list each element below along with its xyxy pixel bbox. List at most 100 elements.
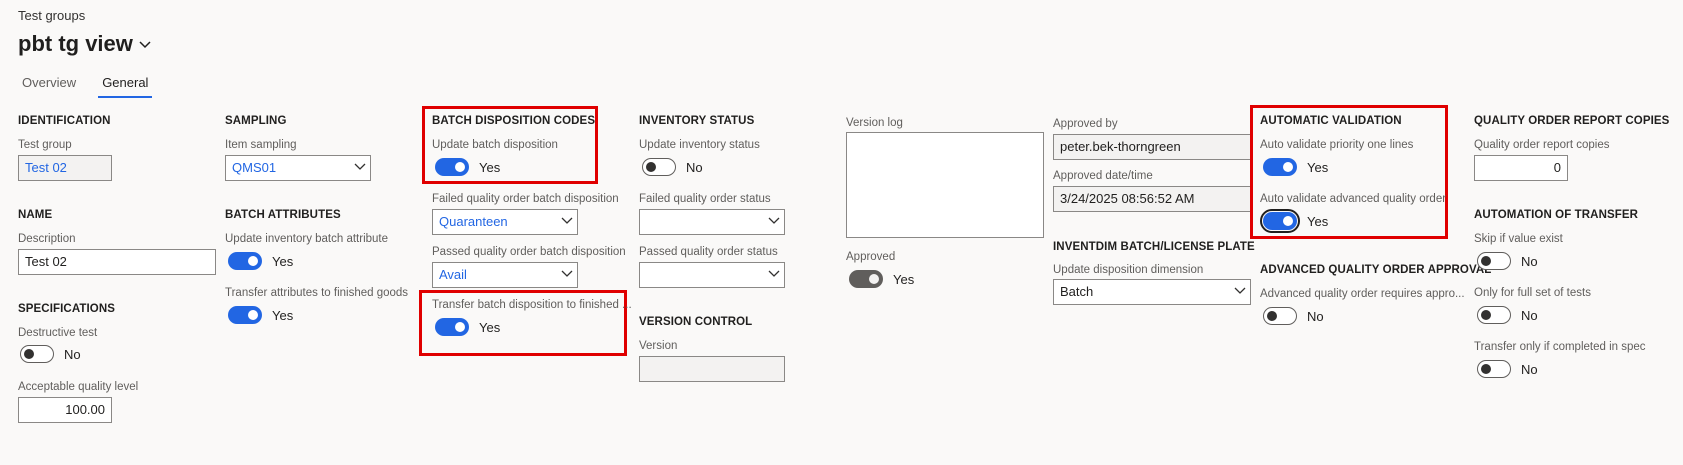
test-group-field[interactable]: Test 02: [18, 155, 112, 181]
automation-transfer-header: AUTOMATION OF TRANSFER: [1474, 209, 1639, 221]
toggle-switch[interactable]: [228, 252, 262, 270]
approved-date-field[interactable]: 3/24/2025 08:56:52 AM: [1053, 186, 1251, 212]
inventdim-header: INVENTDIM BATCH/LICENSE PLATE: [1053, 241, 1255, 253]
skip-if-value-toggle[interactable]: No: [1477, 252, 1538, 270]
failed-batch-disposition-select[interactable]: Quaranteen: [432, 209, 578, 235]
chevron-down-icon[interactable]: [768, 270, 780, 280]
advanced-approval-header: ADVANCED QUALITY ORDER APPROVAL: [1260, 264, 1492, 276]
toggle-value: Yes: [893, 271, 915, 287]
auto-validate-priority-toggle[interactable]: Yes: [1263, 158, 1328, 176]
failed-order-status-label: Failed quality order status: [639, 193, 771, 205]
toggle-value: No: [1521, 253, 1538, 269]
passed-batch-disposition-select[interactable]: Avail: [432, 262, 578, 288]
specifications-header: SPECIFICATIONS: [18, 303, 116, 315]
toggle-switch[interactable]: [228, 306, 262, 324]
skip-if-value-label: Skip if value exist: [1474, 233, 1563, 245]
toggle-switch[interactable]: [20, 345, 54, 363]
chevron-down-icon[interactable]: [139, 36, 151, 52]
identification-header: IDENTIFICATION: [18, 115, 111, 127]
sampling-header: SAMPLING: [225, 115, 287, 127]
version-log-textarea[interactable]: [846, 132, 1044, 238]
transfer-attr-toggle[interactable]: Yes: [228, 306, 293, 324]
failed-batch-disposition-label: Failed quality order batch disposition: [432, 193, 619, 205]
version-log-label: Version log: [846, 117, 903, 129]
toggle-value: No: [1521, 307, 1538, 323]
toggle-value: No: [1521, 361, 1538, 377]
toggle-switch[interactable]: [642, 158, 676, 176]
transfer-attr-label: Transfer attributes to finished goods: [225, 287, 409, 299]
passed-order-status-label: Passed quality order status: [639, 246, 778, 258]
destructive-test-label: Destructive test: [18, 327, 98, 339]
auto-validate-advanced-label: Auto validate advanced quality order: [1260, 193, 1447, 205]
update-disposition-dimension-value: Batch: [1060, 284, 1094, 299]
auto-validate-advanced-toggle[interactable]: Yes: [1260, 209, 1329, 233]
approved-toggle[interactable]: Yes: [849, 270, 914, 288]
passed-order-status-select[interactable]: [639, 262, 785, 288]
update-inventory-status-toggle[interactable]: No: [642, 158, 703, 176]
description-label: Description: [18, 233, 76, 245]
tab-overview[interactable]: Overview: [18, 75, 80, 98]
toggle-switch[interactable]: [1477, 360, 1511, 378]
batch-attributes-header: BATCH ATTRIBUTES: [225, 209, 341, 221]
inventory-status-header: INVENTORY STATUS: [639, 115, 755, 127]
chevron-down-icon[interactable]: [561, 217, 573, 227]
transfer-batch-disposition-label: Transfer batch disposition to finished .…: [432, 299, 632, 311]
toggle-value: Yes: [1307, 213, 1329, 229]
toggle-value: Yes: [479, 319, 501, 335]
advanced-approval-toggle[interactable]: No: [1263, 307, 1324, 325]
toggle-value: Yes: [272, 307, 294, 323]
update-inventory-status-label: Update inventory status: [639, 139, 760, 151]
completed-in-spec-toggle[interactable]: No: [1477, 360, 1538, 378]
aql-field[interactable]: 100.00: [18, 397, 112, 423]
item-sampling-select[interactable]: QMS01: [225, 155, 371, 181]
toggle-value: No: [64, 346, 81, 362]
destructive-test-toggle[interactable]: No: [20, 345, 81, 363]
toggle-switch[interactable]: [849, 270, 883, 288]
toggle-switch[interactable]: [1477, 306, 1511, 324]
toggle-switch[interactable]: [435, 158, 469, 176]
name-header: NAME: [18, 209, 53, 221]
batch-disposition-header: BATCH DISPOSITION CODES: [432, 115, 596, 127]
failed-batch-disposition-value: Quaranteen: [439, 214, 508, 229]
chevron-down-icon[interactable]: [354, 163, 366, 173]
approved-by-field[interactable]: peter.bek-thorngreen: [1053, 134, 1251, 160]
update-batch-attr-toggle[interactable]: Yes: [228, 252, 293, 270]
automatic-validation-header: AUTOMATIC VALIDATION: [1260, 115, 1402, 127]
breadcrumb[interactable]: Test groups: [18, 8, 85, 23]
toggle-value: No: [1307, 308, 1324, 324]
toggle-switch[interactable]: [435, 318, 469, 336]
chevron-down-icon[interactable]: [768, 217, 780, 227]
passed-batch-disposition-value: Avail: [439, 267, 467, 282]
passed-batch-disposition-label: Passed quality order batch disposition: [432, 246, 626, 258]
update-disposition-dimension-label: Update disposition dimension: [1053, 264, 1204, 276]
version-label: Version: [639, 340, 678, 352]
page-title[interactable]: pbt tg view: [18, 31, 151, 57]
item-sampling-label: Item sampling: [225, 139, 297, 151]
report-copies-label: Quality order report copies: [1474, 139, 1610, 151]
toggle-switch[interactable]: [1477, 252, 1511, 270]
toggle-switch[interactable]: [1260, 209, 1300, 233]
update-batch-disposition-label: Update batch disposition: [432, 139, 558, 151]
update-disposition-dimension-select[interactable]: Batch: [1053, 279, 1251, 305]
transfer-batch-disposition-toggle[interactable]: Yes: [435, 318, 500, 336]
toggle-value: Yes: [479, 159, 501, 175]
full-set-toggle[interactable]: No: [1477, 306, 1538, 324]
failed-order-status-select[interactable]: [639, 209, 785, 235]
update-batch-disposition-toggle[interactable]: Yes: [435, 158, 500, 176]
auto-validate-priority-label: Auto validate priority one lines: [1260, 139, 1414, 151]
description-field[interactable]: Test 02: [18, 249, 216, 275]
toggle-switch[interactable]: [1263, 158, 1297, 176]
toggle-value: No: [686, 159, 703, 175]
chevron-down-icon[interactable]: [1234, 287, 1246, 297]
page-title-text: pbt tg view: [18, 31, 133, 56]
approved-by-label: Approved by: [1053, 118, 1118, 130]
chevron-down-icon[interactable]: [561, 270, 573, 280]
test-group-label: Test group: [18, 139, 72, 151]
report-copies-field[interactable]: 0: [1474, 155, 1568, 181]
approved-date-label: Approved date/time: [1053, 170, 1153, 182]
toggle-value: Yes: [272, 253, 294, 269]
advanced-approval-label: Advanced quality order requires appro...: [1260, 288, 1465, 300]
version-field[interactable]: [639, 356, 785, 382]
tab-general[interactable]: General: [98, 75, 153, 98]
toggle-switch[interactable]: [1263, 307, 1297, 325]
